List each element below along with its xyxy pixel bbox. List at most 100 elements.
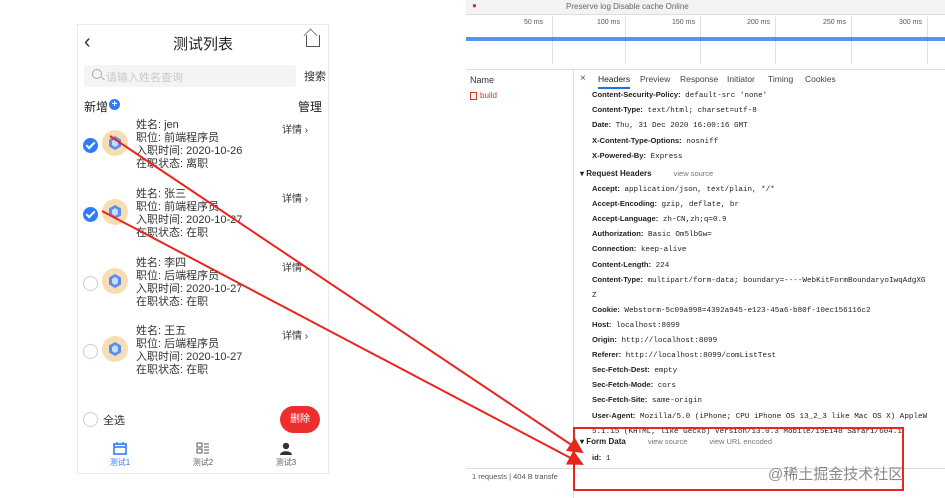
tab-initiator[interactable]: Initiator — [727, 74, 755, 84]
tab-test3[interactable]: 测试3 — [266, 442, 306, 468]
header-row: Origin: http://localhost:8099 — [592, 335, 717, 345]
detail-link[interactable]: 详情 › — [282, 121, 308, 136]
select-all-checkbox[interactable] — [83, 412, 98, 427]
item-checkbox[interactable] — [83, 207, 98, 222]
search-button[interactable]: 搜索 — [304, 68, 326, 84]
item-info: 姓名: 张三 职位: 前端程序员 入职时间: 2020-10-27 在职状态: … — [136, 188, 242, 240]
timeline-tick: 150 ms — [672, 19, 695, 26]
tab-label: 测试2 — [192, 458, 214, 467]
header-value: 224 — [655, 261, 670, 270]
header-value: Thu, 31 Dec 2020 16:00:16 GMT — [615, 122, 748, 131]
item-checkbox[interactable] — [83, 344, 98, 359]
request-headers-section[interactable]: ▾ Request Headers view source — [580, 169, 713, 178]
header-value: zh-CN,zh;q=0.9 — [662, 216, 727, 225]
header-key: Accept-Encoding: — [592, 199, 657, 209]
list-item[interactable]: 姓名: jen 职位: 前端程序员 入职时间: 2020-10-26 在职状态:… — [78, 119, 328, 187]
header-key: Sec-Fetch-Site: — [592, 395, 648, 405]
header-row: X-Powered-By: Express — [592, 151, 682, 161]
item-name: 姓名: 王五 — [136, 325, 187, 337]
header-value: empty — [654, 367, 678, 376]
add-button[interactable]: 新增 — [84, 98, 108, 115]
header-row: Content-Length: 224 — [592, 260, 669, 270]
header-row: Host: localhost:8099 — [592, 320, 680, 330]
header-key: Connection: — [592, 244, 637, 254]
tab-headers[interactable]: Headers — [598, 74, 631, 89]
watermark: @稀土掘金技术社区 — [768, 466, 904, 483]
header-row: Accept-Encoding: gzip, deflate, br — [592, 199, 739, 209]
logo-icon — [109, 274, 121, 288]
header-row: Content-Security-Policy: default-src 'no… — [592, 90, 767, 100]
item-info: 姓名: jen 职位: 前端程序员 入职时间: 2020-10-26 在职状态:… — [136, 119, 242, 171]
header-key: Content-Length: — [592, 259, 652, 269]
header-row: Sec-Fetch-Dest: empty — [592, 365, 677, 375]
item-name: 姓名: jen — [136, 119, 179, 131]
header-key: Content-Security-Policy: — [592, 90, 681, 99]
header-row: Z — [592, 290, 597, 300]
header-row: Sec-Fetch-Mode: cors — [592, 380, 676, 390]
header-row: Connection: keep-alive — [592, 244, 686, 254]
tab-label: 测试1 — [109, 458, 131, 467]
header-key: Referer: — [592, 350, 622, 360]
avatar — [102, 268, 128, 294]
request-row[interactable]: build — [480, 91, 497, 100]
header-key: Content-Type: — [592, 105, 643, 115]
tab-test1[interactable]: 测试1 — [100, 442, 140, 468]
tab-label: 测试3 — [275, 458, 297, 467]
record-icon[interactable]: ● — [472, 1, 477, 10]
detail-link[interactable]: 详情 › — [282, 190, 308, 205]
header-key: Cookie: — [592, 304, 620, 314]
header-value: same-origin — [651, 397, 702, 406]
timeline-bar — [466, 37, 945, 41]
tab-timing[interactable]: Timing — [768, 74, 793, 84]
header-row: Authorization: Basic Om5lbGw= — [592, 229, 712, 239]
request-summary: 1 requests | 404 B transfe — [472, 472, 558, 481]
header-row: Accept-Language: zh-CN,zh;q=0.9 — [592, 214, 727, 224]
delete-button[interactable]: 删除 — [280, 406, 320, 433]
search-icon — [92, 69, 102, 79]
timeline-tick: 300 ms — [899, 19, 922, 26]
item-status: 在职状态: 在职 — [136, 296, 209, 308]
header-row: User-Agent: Mozilla/5.0 (iPhone; CPU iPh… — [592, 411, 927, 421]
tab-cookies[interactable]: Cookies — [805, 74, 836, 84]
section-title: ▾ Request Headers — [580, 169, 652, 178]
list-item[interactable]: 姓名: 张三 职位: 前端程序员 入职时间: 2020-10-27 在职状态: … — [78, 188, 328, 256]
tab-response[interactable]: Response — [680, 74, 718, 84]
detail-link[interactable]: 详情 › — [282, 259, 308, 274]
header-row: Content-Type: multipart/form-data; bound… — [592, 275, 925, 285]
detail-link[interactable]: 详情 › — [282, 327, 308, 342]
manage-button[interactable]: 管理 — [298, 98, 322, 115]
header-value: multipart/form-data; boundary=----WebKit… — [647, 276, 926, 285]
logo-icon — [109, 342, 121, 356]
item-checkbox[interactable] — [83, 138, 98, 153]
header-value: Z — [592, 291, 597, 300]
select-all-label[interactable]: 全选 — [103, 412, 125, 428]
person-icon — [280, 442, 292, 455]
header-row: Date: Thu, 31 Dec 2020 16:00:16 GMT — [592, 120, 748, 130]
header-value: Express — [650, 152, 683, 161]
header-value: Basic Om5lbGw= — [648, 231, 712, 240]
name-column-header[interactable]: Name — [470, 75, 494, 85]
close-icon[interactable]: × — [580, 73, 586, 84]
header-value: Mozilla/5.0 (iPhone; CPU iPhone OS 13_2_… — [640, 412, 928, 421]
item-info: 姓名: 王五 职位: 后端程序员 入职时间: 2020-10-27 在职状态: … — [136, 325, 242, 377]
search-placeholder: 请输入姓名查询 — [106, 72, 183, 84]
header-value: keep-alive — [640, 246, 687, 255]
item-checkbox[interactable] — [83, 276, 98, 291]
header-key: Content-Type: — [592, 274, 643, 284]
header-value: default-src 'none' — [685, 92, 768, 100]
item-date: 入职时间: 2020-10-27 — [136, 283, 243, 295]
item-job: 职位: 前端程序员 — [136, 132, 220, 144]
list-icon — [196, 442, 209, 454]
header-key: Sec-Fetch-Dest: — [592, 365, 650, 375]
header-key: Sec-Fetch-Mode: — [592, 380, 654, 390]
phone-screen: ‹ 测试列表 请输入姓名查询 搜索 新增 + 管理 姓名: jen 职位: 前端… — [78, 25, 328, 473]
list-item[interactable]: 姓名: 李四 职位: 后端程序员 入职时间: 2020-10-27 在职状态: … — [78, 257, 328, 325]
tab-preview[interactable]: Preview — [640, 74, 670, 84]
list-item[interactable]: 姓名: 王五 职位: 后端程序员 入职时间: 2020-10-27 在职状态: … — [78, 325, 328, 393]
tab-test2[interactable]: 测试2 — [183, 442, 223, 468]
add-icon[interactable]: + — [109, 99, 120, 110]
search-input[interactable]: 请输入姓名查询 — [84, 65, 296, 87]
header-value: gzip, deflate, br — [661, 201, 740, 210]
view-source-link[interactable]: view source — [674, 169, 714, 178]
home-icon[interactable] — [306, 35, 320, 47]
